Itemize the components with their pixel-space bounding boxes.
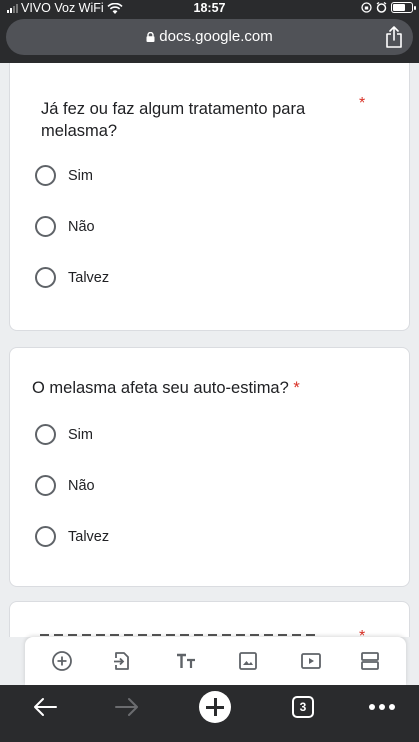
status-time: 18:57 (193, 1, 226, 15)
url-text: docs.google.com (159, 28, 273, 45)
radio-option-sim[interactable]: Sim (35, 424, 93, 445)
radio-button[interactable] (35, 526, 56, 547)
tabs-button[interactable]: 3 (290, 691, 316, 723)
radio-option-sim[interactable]: Sim (35, 165, 93, 186)
battery-icon (391, 2, 416, 13)
status-bar: VIVO Voz WiFi 18:57 (0, 0, 419, 17)
browser-address-area: docs.google.com (0, 17, 419, 63)
option-label: Não (68, 218, 95, 235)
question-title-line: melasma? (41, 122, 118, 140)
more-icon (369, 704, 395, 710)
option-label: Talvez (68, 269, 110, 286)
new-tab-button[interactable] (198, 691, 232, 723)
question-card-1: Já fez ou faz algum tratamento para mela… (9, 63, 410, 331)
radio-option-talvez[interactable]: Talvez (35, 267, 109, 288)
question-title-line: O melasma afeta seu auto-estima? (32, 379, 289, 397)
radio-button[interactable] (35, 216, 56, 237)
add-section-icon[interactable] (358, 649, 382, 673)
question-card-3: * (9, 601, 410, 637)
add-question-icon[interactable] (50, 649, 74, 673)
forward-arrow-icon (115, 698, 138, 716)
add-image-icon[interactable] (236, 649, 260, 673)
forward-button[interactable] (112, 691, 142, 723)
radio-button[interactable] (35, 267, 56, 288)
url-display[interactable]: docs.google.com (6, 28, 413, 45)
alarm-icon (376, 2, 387, 13)
question-card-2: O melasma afeta seu auto-estima? * Sim N… (9, 347, 410, 587)
radio-option-nao[interactable]: Não (35, 475, 95, 496)
add-video-icon[interactable] (299, 649, 323, 673)
share-icon[interactable] (385, 26, 403, 48)
import-questions-icon[interactable] (110, 649, 134, 673)
option-label: Não (68, 477, 95, 494)
form-builder-toolbar (25, 637, 406, 685)
plus-icon (199, 691, 231, 723)
radio-option-talvez[interactable]: Talvez (35, 526, 109, 547)
orientation-lock-icon (361, 2, 372, 13)
tab-count-badge: 3 (292, 696, 314, 718)
form-content[interactable]: Já fez ou faz algum tratamento para mela… (0, 63, 419, 637)
required-asterisk: * (293, 379, 300, 397)
question-title-line: Já fez ou faz algum tratamento para (41, 100, 306, 118)
radio-button[interactable] (35, 165, 56, 186)
required-asterisk: * (359, 628, 366, 637)
more-menu-button[interactable] (367, 691, 397, 723)
question-title: O melasma afeta seu auto-estima? * (32, 377, 300, 399)
browser-bottom-nav: 3 (0, 685, 419, 742)
back-button[interactable] (30, 691, 60, 723)
address-bar[interactable]: docs.google.com (6, 19, 413, 55)
radio-option-nao[interactable]: Não (35, 216, 95, 237)
lock-icon (146, 32, 155, 42)
option-label: Sim (68, 426, 93, 443)
add-title-icon[interactable] (174, 649, 198, 673)
required-asterisk: * (359, 95, 366, 112)
status-right (361, 2, 416, 13)
option-label: Talvez (68, 528, 110, 545)
back-arrow-icon (34, 698, 57, 716)
question-title: Já fez ou faz algum tratamento para mela… (41, 98, 305, 142)
option-label: Sim (68, 167, 93, 184)
radio-button[interactable] (35, 475, 56, 496)
radio-button[interactable] (35, 424, 56, 445)
